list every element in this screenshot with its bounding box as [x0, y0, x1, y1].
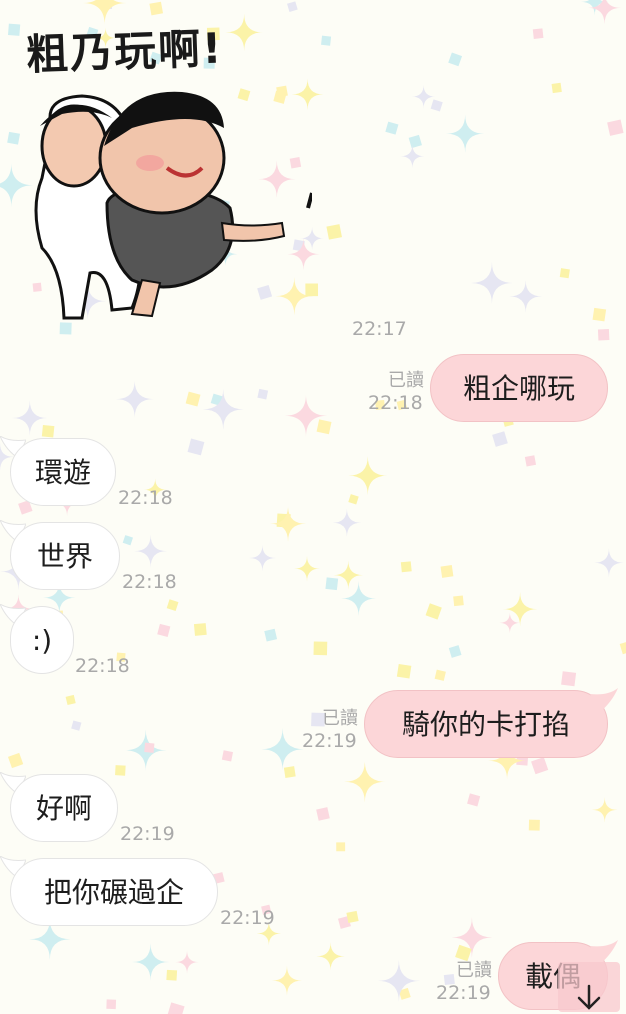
- read-receipt: 已讀: [456, 960, 492, 981]
- message-bubble-incoming[interactable]: :): [10, 606, 74, 674]
- message-text: 好啊: [35, 792, 92, 825]
- message-timestamp: 22:19: [120, 823, 175, 845]
- scroll-to-bottom-button[interactable]: [558, 962, 620, 1012]
- message-text: :): [31, 624, 53, 657]
- message-timestamp: 22:19: [436, 982, 491, 1004]
- read-receipt: 已讀: [388, 370, 424, 391]
- sticker-timestamp: 22:17: [352, 318, 407, 340]
- message-timestamp: 22:19: [302, 730, 357, 752]
- sticker-caption: 粗乃玩啊!: [25, 23, 225, 80]
- message-bubble-outgoing[interactable]: 騎你的卡打掐: [364, 690, 608, 758]
- message-timestamp: 22:19: [220, 907, 275, 929]
- message-text: 騎你的卡打掐: [401, 708, 570, 741]
- message-timestamp: 22:18: [75, 655, 130, 677]
- message-bubble-outgoing[interactable]: 粗企哪玩: [430, 354, 608, 422]
- message-bubble-incoming[interactable]: 好啊: [10, 774, 118, 842]
- arrow-down-icon: [577, 984, 601, 1010]
- message-meta: 已讀 22:18: [368, 366, 424, 414]
- message-bubble-incoming[interactable]: 世界: [10, 522, 120, 590]
- read-receipt: 已讀: [322, 708, 358, 729]
- message-text: 環遊: [34, 456, 91, 489]
- message-meta: 已讀 22:19: [436, 956, 492, 1004]
- message-text: 世界: [36, 540, 93, 573]
- message-bubble-incoming[interactable]: 把你碾過企: [10, 858, 218, 926]
- message-text: 把你碾過企: [43, 876, 184, 909]
- message-bubble-incoming[interactable]: 環遊: [10, 438, 116, 506]
- message-timestamp: 22:18: [118, 487, 173, 509]
- message-timestamp: 22:18: [368, 392, 423, 414]
- message-meta: 已讀 22:19: [302, 704, 358, 752]
- bubble-tail: [590, 688, 618, 712]
- message-timestamp: 22:18: [122, 571, 177, 593]
- message-text: 粗企哪玩: [462, 372, 575, 405]
